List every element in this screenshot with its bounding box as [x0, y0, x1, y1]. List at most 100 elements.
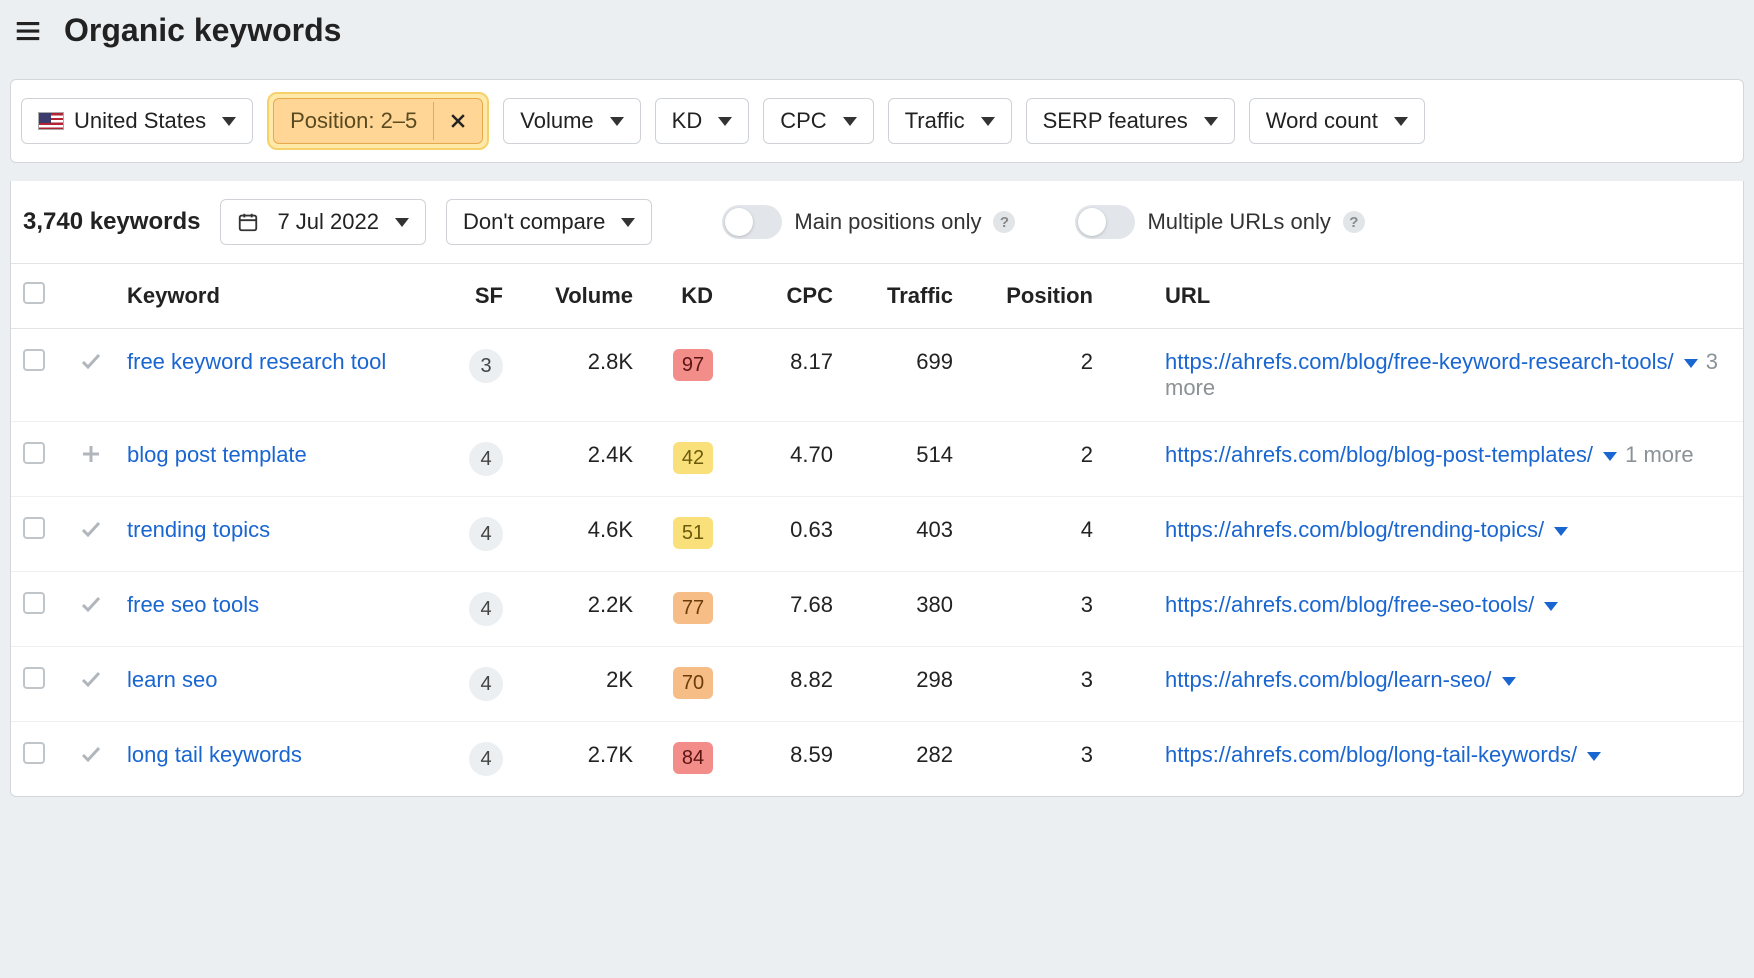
sf-badge[interactable]: 3 [469, 349, 503, 383]
chevron-down-icon [222, 117, 236, 126]
chevron-down-icon [981, 117, 995, 126]
position-cell: 3 [965, 722, 1105, 797]
main-positions-toggle[interactable]: Main positions only ? [722, 205, 1015, 239]
cpc-cell: 8.17 [725, 329, 845, 422]
chevron-down-icon [621, 218, 635, 227]
traffic-cell: 514 [845, 422, 965, 497]
country-label: United States [74, 108, 206, 134]
kd-filter[interactable]: KD [655, 98, 750, 144]
url-link[interactable]: https://ahrefs.com/blog/free-keyword-res… [1165, 349, 1674, 374]
col-keyword[interactable]: Keyword [115, 264, 435, 329]
cpc-cell: 8.59 [725, 722, 845, 797]
sf-badge[interactable]: 4 [469, 442, 503, 476]
switch-icon [722, 205, 782, 239]
table-row: blog post template42.4K424.705142https:/… [11, 422, 1743, 497]
col-sf[interactable]: SF [435, 264, 515, 329]
sf-badge[interactable]: 4 [469, 517, 503, 551]
volume-cell: 2.8K [515, 329, 645, 422]
keyword-link[interactable]: blog post template [127, 442, 307, 467]
menu-icon[interactable] [10, 13, 46, 49]
chevron-down-icon [1394, 117, 1408, 126]
traffic-cell: 282 [845, 722, 965, 797]
traffic-cell: 298 [845, 647, 965, 722]
calendar-icon [237, 211, 259, 233]
sf-badge[interactable]: 4 [469, 667, 503, 701]
keyword-link[interactable]: learn seo [127, 667, 218, 692]
col-cpc[interactable]: CPC [725, 264, 845, 329]
table-row: trending topics44.6K510.634034https://ah… [11, 497, 1743, 572]
position-filter-clear[interactable] [433, 102, 482, 140]
traffic-label: Traffic [905, 108, 965, 134]
serp-features-filter[interactable]: SERP features [1026, 98, 1235, 144]
row-checkbox[interactable] [23, 442, 45, 464]
sf-badge[interactable]: 4 [469, 742, 503, 776]
volume-cell: 2.2K [515, 572, 645, 647]
col-kd[interactable]: KD [645, 264, 725, 329]
country-filter[interactable]: United States [21, 98, 253, 144]
volume-filter[interactable]: Volume [503, 98, 640, 144]
serp-features-label: SERP features [1043, 108, 1188, 134]
chevron-down-icon[interactable] [1684, 359, 1698, 368]
keyword-link[interactable]: free keyword research tool [127, 349, 386, 374]
position-filter[interactable]: Position: 2–5 [273, 98, 483, 144]
chevron-down-icon[interactable] [1544, 602, 1558, 611]
help-icon[interactable]: ? [993, 211, 1015, 233]
position-filter-label: Position: 2–5 [274, 99, 433, 143]
row-checkbox[interactable] [23, 667, 45, 689]
chevron-down-icon [395, 218, 409, 227]
multiple-urls-toggle[interactable]: Multiple URLs only ? [1075, 205, 1364, 239]
volume-cell: 4.6K [515, 497, 645, 572]
keyword-link[interactable]: free seo tools [127, 592, 259, 617]
kd-badge: 84 [673, 742, 713, 774]
url-link[interactable]: https://ahrefs.com/blog/blog-post-templa… [1165, 442, 1593, 467]
check-icon [79, 517, 103, 541]
kd-badge: 51 [673, 517, 713, 549]
volume-cell: 2.4K [515, 422, 645, 497]
url-link[interactable]: https://ahrefs.com/blog/trending-topics/ [1165, 517, 1544, 542]
chevron-down-icon[interactable] [1502, 677, 1516, 686]
col-volume[interactable]: Volume [515, 264, 645, 329]
url-link[interactable]: https://ahrefs.com/blog/learn-seo/ [1165, 667, 1492, 692]
help-icon[interactable]: ? [1343, 211, 1365, 233]
compare-dropdown[interactable]: Don't compare [446, 199, 652, 245]
traffic-filter[interactable]: Traffic [888, 98, 1012, 144]
col-url[interactable]: URL [1105, 264, 1743, 329]
keyword-count: 3,740 keywords [23, 208, 200, 236]
page-title: Organic keywords [64, 12, 341, 49]
kd-label: KD [672, 108, 703, 134]
traffic-cell: 380 [845, 572, 965, 647]
chevron-down-icon[interactable] [1554, 527, 1568, 536]
position-cell: 3 [965, 647, 1105, 722]
chevron-down-icon [610, 117, 624, 126]
traffic-cell: 403 [845, 497, 965, 572]
url-link[interactable]: https://ahrefs.com/blog/long-tail-keywor… [1165, 742, 1577, 767]
col-traffic[interactable]: Traffic [845, 264, 965, 329]
kd-badge: 42 [673, 442, 713, 474]
word-count-filter[interactable]: Word count [1249, 98, 1425, 144]
keywords-table: Keyword SF Volume KD CPC Traffic Positio… [11, 263, 1743, 796]
kd-badge: 97 [673, 349, 713, 381]
keyword-link[interactable]: trending topics [127, 517, 270, 542]
chevron-down-icon[interactable] [1603, 452, 1617, 461]
select-all-checkbox[interactable] [23, 282, 45, 304]
table-row: free keyword research tool32.8K978.17699… [11, 329, 1743, 422]
date-picker[interactable]: 7 Jul 2022 [220, 199, 426, 245]
kd-badge: 77 [673, 592, 713, 624]
position-filter-highlight: Position: 2–5 [267, 92, 489, 150]
row-checkbox[interactable] [23, 742, 45, 764]
volume-label: Volume [520, 108, 593, 134]
sf-badge[interactable]: 4 [469, 592, 503, 626]
cpc-cell: 7.68 [725, 572, 845, 647]
cpc-filter[interactable]: CPC [763, 98, 873, 144]
check-icon [79, 742, 103, 766]
row-checkbox[interactable] [23, 349, 45, 371]
position-cell: 3 [965, 572, 1105, 647]
keyword-link[interactable]: long tail keywords [127, 742, 302, 767]
row-checkbox[interactable] [23, 592, 45, 614]
position-cell: 2 [965, 422, 1105, 497]
url-link[interactable]: https://ahrefs.com/blog/free-seo-tools/ [1165, 592, 1534, 617]
row-checkbox[interactable] [23, 517, 45, 539]
close-icon [448, 111, 468, 131]
chevron-down-icon[interactable] [1587, 752, 1601, 761]
col-position[interactable]: Position [965, 264, 1105, 329]
